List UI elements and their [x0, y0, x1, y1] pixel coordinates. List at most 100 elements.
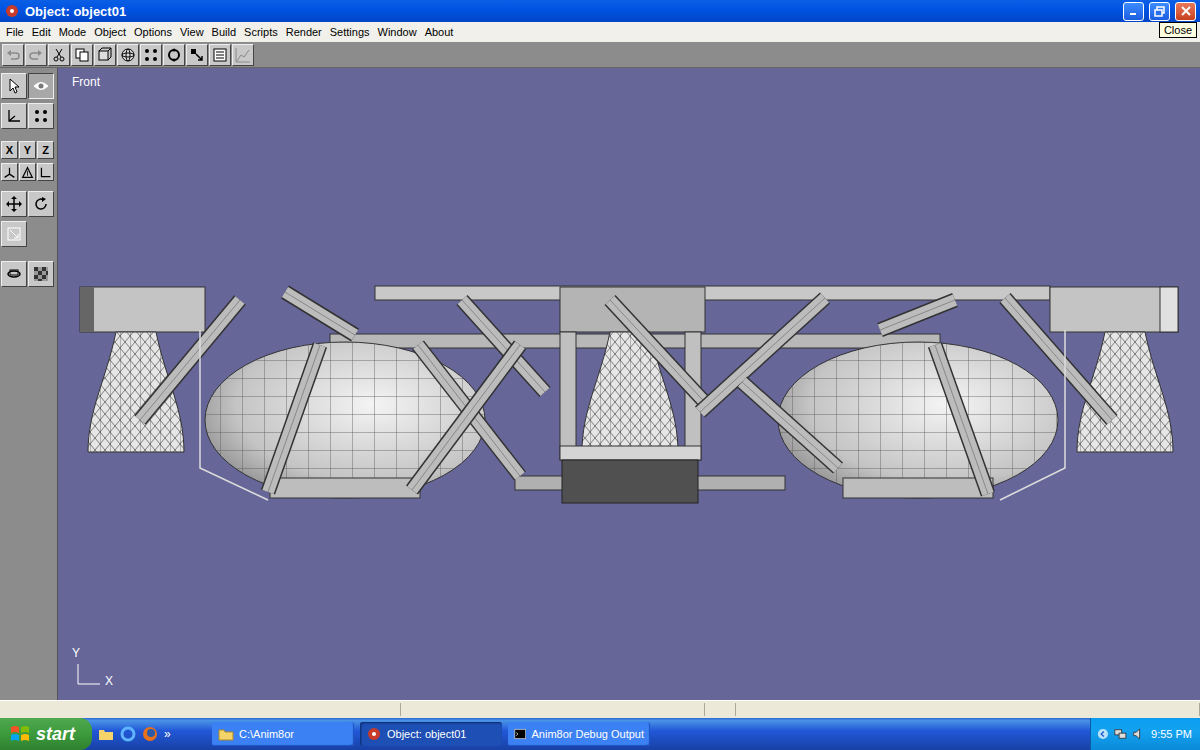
fuel-tank [778, 342, 1058, 498]
strut [880, 300, 955, 330]
menu-item[interactable]: About [421, 26, 458, 38]
toolbar-button[interactable] [71, 44, 93, 66]
anim8or-icon [4, 3, 20, 19]
desktop-icon[interactable] [98, 726, 114, 742]
scale-icon [6, 226, 22, 242]
firefox-icon[interactable] [142, 726, 158, 742]
cursor-arrow-icon [6, 78, 22, 94]
rotate-icon [33, 196, 49, 212]
points-icon [143, 47, 159, 63]
strut [140, 300, 240, 420]
transform-button[interactable] [1, 191, 27, 217]
windows-logo-icon [10, 724, 30, 744]
menu-item[interactable]: Mode [55, 26, 91, 38]
clock[interactable]: 9:55 PM [1151, 728, 1200, 740]
toolbar-button[interactable] [186, 44, 208, 66]
move-icon [6, 196, 22, 212]
menu-item[interactable]: Render [282, 26, 326, 38]
ring-icon [166, 47, 182, 63]
status-bar [0, 700, 1200, 718]
toolbar-button[interactable] [117, 44, 139, 66]
tool-button[interactable] [28, 73, 54, 99]
toolbar-button[interactable] [48, 44, 70, 66]
menu-item[interactable]: Window [374, 26, 421, 38]
axis-button[interactable]: X [1, 141, 18, 159]
volume-icon[interactable] [1132, 726, 1146, 742]
menu-item[interactable]: Edit [28, 26, 55, 38]
system-tray: 9:55 PM [1090, 718, 1200, 750]
model-canvas[interactable] [58, 68, 1200, 700]
tool-button[interactable] [1, 73, 27, 99]
screen: Object: object01CloseFileEditModeObjectO… [0, 0, 1200, 750]
menu-item[interactable]: File [2, 26, 28, 38]
transform-button[interactable] [1, 221, 27, 247]
strut [1005, 298, 1112, 420]
copy-icon [74, 47, 90, 63]
strut [285, 292, 355, 335]
toolbar-button[interactable] [140, 44, 162, 66]
toolbar-button[interactable] [163, 44, 185, 66]
axis-button[interactable]: Y [19, 141, 36, 159]
start-button[interactable]: start [0, 718, 92, 750]
restore-button[interactable] [1149, 2, 1170, 21]
close-button[interactable] [1175, 2, 1196, 21]
world-axis-icon [3, 166, 16, 179]
mode-button[interactable] [37, 163, 54, 181]
title-bar: Object: object01 [0, 0, 1200, 22]
axis-icon [6, 108, 22, 124]
join-icon [189, 47, 205, 63]
strut [742, 382, 838, 468]
tool-button[interactable] [1, 103, 27, 129]
menu-item[interactable]: Scripts [240, 26, 282, 38]
mode-button[interactable] [19, 163, 36, 181]
toolbar-button[interactable] [209, 44, 231, 66]
points-icon [33, 108, 49, 124]
menu-item[interactable]: Settings [326, 26, 374, 38]
tool-button[interactable] [1, 261, 27, 287]
transform-button[interactable] [28, 191, 54, 217]
quick-launch-more[interactable]: » [164, 727, 171, 741]
tray-expand-icon[interactable] [1097, 727, 1109, 741]
toolbar [0, 42, 1200, 68]
axis-button[interactable]: Z [37, 141, 54, 159]
toolbar-button [25, 44, 47, 66]
strut [610, 300, 712, 410]
center-pod [560, 332, 701, 503]
anim8or-icon [366, 726, 382, 742]
tool-button[interactable] [28, 261, 54, 287]
undo-icon [5, 47, 21, 63]
taskbar-button[interactable]: Anim8or Debug Output [508, 722, 650, 746]
tool-button[interactable] [28, 103, 54, 129]
scissors-icon [51, 47, 67, 63]
restore-icon [1154, 6, 1165, 17]
list-icon [212, 47, 228, 63]
screen-axis-icon [39, 166, 52, 179]
window-title: Object: object01 [25, 4, 1118, 19]
cube-icon [97, 47, 113, 63]
internet-explorer-icon[interactable] [120, 726, 136, 742]
quick-launch: » [98, 726, 206, 742]
mode-button[interactable] [1, 163, 18, 181]
view-label: Front [72, 75, 100, 89]
graph-icon [235, 47, 251, 63]
strut [268, 345, 320, 492]
checker-icon [33, 266, 49, 282]
menu-item[interactable]: Build [208, 26, 240, 38]
minimize-button[interactable] [1123, 2, 1144, 21]
tool-panel: XYZ [0, 68, 58, 700]
viewport[interactable]: FrontYX [58, 68, 1200, 700]
object-axis-icon [21, 166, 34, 179]
eye-icon [33, 78, 49, 94]
sphere-icon [120, 47, 136, 63]
menu-item[interactable]: Options [130, 26, 176, 38]
toolbar-button [232, 44, 254, 66]
menu-item[interactable]: View [176, 26, 208, 38]
taskbar-button[interactable]: Object: object01 [360, 722, 502, 746]
taskbar-button[interactable]: C:\Anim8or [212, 722, 354, 746]
toolbar-button[interactable] [94, 44, 116, 66]
menu-bar: FileEditModeObjectOptionsViewBuildScript… [0, 22, 1200, 42]
menu-item[interactable]: Object [90, 26, 130, 38]
network-icon[interactable] [1114, 726, 1128, 742]
minimize-icon [1129, 7, 1138, 16]
strut [412, 345, 520, 490]
